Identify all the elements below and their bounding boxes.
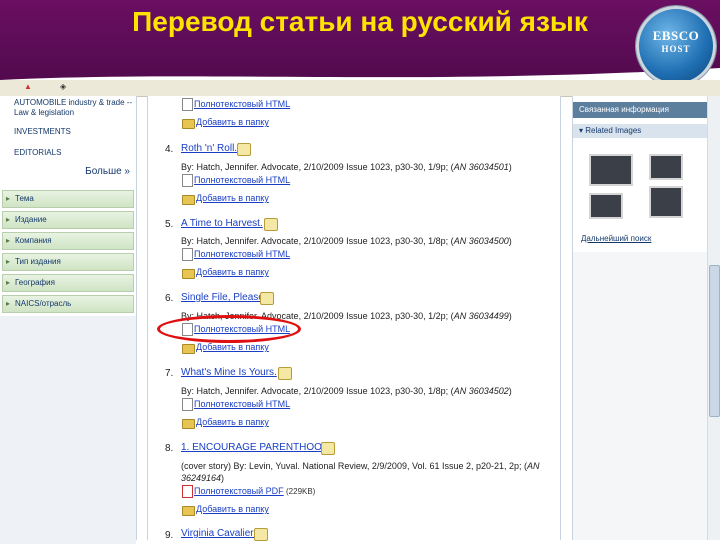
highlight-oval bbox=[157, 315, 301, 343]
facet-naics[interactable]: NAICS/отрасль bbox=[2, 295, 134, 313]
related-image-thumb[interactable] bbox=[589, 193, 623, 219]
subject-link[interactable]: AUTOMOBILE industry & trade -- bbox=[14, 98, 132, 108]
full-text-pdf-link[interactable]: Полнотекстовый PDF bbox=[194, 486, 284, 496]
subject-link-cont[interactable]: Law & legislation bbox=[14, 108, 74, 118]
facet-geography[interactable]: География bbox=[2, 274, 134, 292]
html-doc-icon bbox=[182, 174, 193, 187]
result-number: 6. bbox=[165, 293, 174, 304]
related-images-heading[interactable]: ▾ Related Images bbox=[573, 124, 707, 138]
result-citation: By: Hatch, Jennifer. Advocate, 2/10/2009… bbox=[181, 236, 512, 246]
preview-icon[interactable] bbox=[237, 143, 251, 156]
preview-icon[interactable] bbox=[278, 367, 292, 380]
result-title[interactable]: Roth 'n' Roll. bbox=[181, 143, 237, 154]
result-citation: By: Hatch, Jennifer. Advocate, 2/10/2009… bbox=[181, 386, 512, 396]
add-to-folder-link[interactable]: Добавить в папку bbox=[196, 504, 269, 514]
preview-icon[interactable] bbox=[264, 218, 278, 231]
result-number: 4. bbox=[165, 144, 174, 155]
related-images-label: Related Images bbox=[585, 126, 642, 135]
facet-subject[interactable]: Тема bbox=[2, 190, 134, 208]
add-to-folder-link[interactable]: Добавить в папку bbox=[196, 193, 269, 203]
left-panel-blank bbox=[0, 316, 136, 544]
preview-icon[interactable] bbox=[321, 442, 335, 455]
result-title[interactable]: A Time to Harvest. bbox=[181, 218, 263, 229]
result-title[interactable]: 1. ENCOURAGE PARENTHOOD. bbox=[181, 442, 332, 453]
add-to-folder-link[interactable]: Добавить в папку bbox=[196, 117, 269, 127]
folder-icon bbox=[182, 344, 195, 354]
right-panel-blank bbox=[573, 252, 707, 540]
related-image-thumb[interactable] bbox=[649, 186, 683, 218]
result-number: 8. bbox=[165, 443, 174, 454]
related-image-thumb[interactable] bbox=[589, 154, 633, 186]
full-text-html-link[interactable]: Полнотекстовый HTML bbox=[194, 99, 290, 109]
facet-company[interactable]: Компания bbox=[2, 232, 134, 250]
html-doc-icon bbox=[182, 398, 193, 411]
toolbar-icon[interactable]: ◈ bbox=[60, 82, 66, 91]
add-to-folder-link[interactable]: Добавить в папку bbox=[196, 267, 269, 277]
toolbar-icon[interactable]: ▲ bbox=[24, 82, 32, 91]
full-text-html-link[interactable]: Полнотекстовый HTML bbox=[194, 249, 290, 259]
related-image-thumb[interactable] bbox=[649, 154, 683, 180]
result-number: 7. bbox=[165, 368, 174, 379]
html-doc-icon bbox=[182, 98, 193, 111]
folder-icon bbox=[182, 506, 195, 516]
subject-link[interactable]: EDITORIALS bbox=[14, 148, 61, 158]
result-citation-line2: 36249164) bbox=[181, 473, 225, 483]
result-number: 9. bbox=[165, 530, 174, 541]
result-title[interactable]: Virginia Cavalier. bbox=[181, 528, 256, 539]
slide-title: Перевод статьи на русский язык bbox=[132, 6, 588, 37]
browser-toolbar: ▲ ◈ bbox=[0, 80, 720, 97]
add-to-folder-link[interactable]: Добавить в папку bbox=[196, 342, 269, 352]
ebscohost-logo: EBSCO HOST bbox=[636, 6, 716, 86]
folder-icon bbox=[182, 419, 195, 429]
add-to-folder-link[interactable]: Добавить в папку bbox=[196, 417, 269, 427]
preview-icon[interactable] bbox=[260, 292, 274, 305]
preview-icon[interactable] bbox=[254, 528, 268, 541]
result-title[interactable]: Single File, Please. bbox=[181, 292, 267, 303]
full-text-html-link[interactable]: Полнотекстовый HTML bbox=[194, 175, 290, 185]
pdf-doc-icon bbox=[182, 485, 193, 498]
left-facets-panel: AUTOMOBILE industry & trade -- Law & leg… bbox=[0, 96, 137, 544]
result-number: 5. bbox=[165, 219, 174, 230]
file-size: (229KB) bbox=[286, 487, 316, 496]
facet-publication[interactable]: Издание bbox=[2, 211, 134, 229]
logo-bottom-text: HOST bbox=[661, 44, 691, 54]
result-title[interactable]: What's Mine Is Yours. bbox=[181, 367, 277, 378]
folder-icon bbox=[182, 119, 195, 129]
full-text-html-link[interactable]: Полнотекстовый HTML bbox=[194, 399, 290, 409]
more-link[interactable]: Больше » bbox=[85, 166, 130, 177]
logo-top-text: EBSCO bbox=[652, 28, 700, 43]
result-citation: By: Hatch, Jennifer. Advocate, 2/10/2009… bbox=[181, 162, 512, 172]
result-citation: (cover story) By: Levin, Yuval. National… bbox=[181, 461, 540, 471]
facet-publication-type[interactable]: Тип издания bbox=[2, 253, 134, 271]
related-info-heading: Связанная информация bbox=[573, 102, 707, 118]
related-info-panel: Связанная информация ▾ Related Images Да… bbox=[572, 96, 707, 540]
scrollbar-thumb[interactable] bbox=[709, 265, 720, 417]
folder-icon bbox=[182, 269, 195, 279]
html-doc-icon bbox=[182, 248, 193, 261]
more-search-link[interactable]: Дальнейший поиск bbox=[581, 234, 651, 243]
folder-icon bbox=[182, 195, 195, 205]
subject-link[interactable]: INVESTMENTS bbox=[14, 127, 71, 137]
